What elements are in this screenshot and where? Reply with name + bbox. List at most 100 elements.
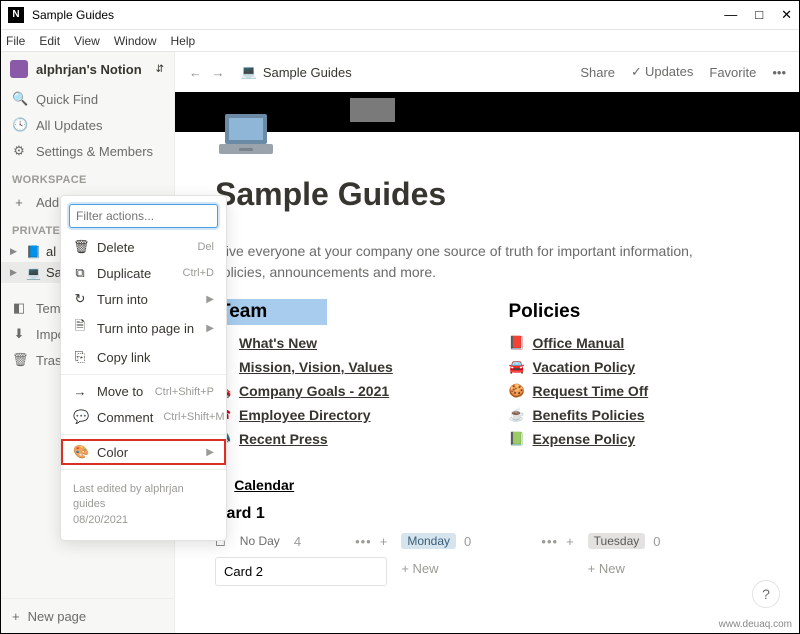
menu-item-turn-into-page[interactable]: 🗎 Turn into page in ▶	[61, 312, 226, 344]
help-button[interactable]: ?	[752, 580, 780, 608]
laptop-icon	[215, 110, 277, 160]
menu-item-color[interactable]: 🎨 Color ▶	[61, 439, 226, 465]
car-icon: 🚘	[509, 359, 525, 375]
menu-separator	[61, 434, 226, 435]
back-button[interactable]: ←	[189, 65, 202, 80]
share-button[interactable]: Share	[580, 65, 615, 80]
menu-item-turn-into[interactable]: ↻ Turn into ▶	[61, 286, 226, 312]
menu-edit[interactable]: Edit	[39, 34, 60, 48]
column-add-button[interactable]: +	[566, 534, 574, 549]
menu-view[interactable]: View	[74, 34, 100, 48]
close-button[interactable]: ✕	[781, 7, 792, 23]
link-row[interactable]: 📕Office Manual	[509, 335, 761, 351]
link-label: Vacation Policy	[533, 359, 636, 375]
menu-help[interactable]: Help	[171, 34, 196, 48]
trash-icon: 🗑	[73, 239, 87, 255]
more-button[interactable]: •••	[772, 65, 786, 80]
database-view-title[interactable]: Card 1	[215, 505, 760, 523]
triangle-right-icon[interactable]: ▶	[10, 246, 20, 257]
column-more-button[interactable]: •••	[355, 534, 372, 549]
link-row[interactable]: 🚘 Vacation Policy	[509, 359, 761, 375]
link-row[interactable]: ⚑Mission, Vision, Values	[215, 359, 467, 375]
workspace-switcher[interactable]: alphrjan's Notion ⇵	[0, 52, 174, 86]
content-area: ← → 💻 Sample Guides Share ✓Updates Favor…	[175, 52, 800, 634]
menu-item-delete[interactable]: 🗑 Delete Del	[61, 234, 226, 260]
board-column-count: 4	[294, 534, 301, 549]
page-description[interactable]: Give everyone at your company one source…	[215, 241, 745, 283]
menu-item-label: Turn into	[97, 292, 196, 307]
menu-item-label: Copy link	[97, 350, 214, 365]
menu-file[interactable]: File	[6, 34, 25, 48]
forward-button[interactable]: →	[212, 65, 225, 80]
titlebar: N Sample Guides — □ ✕	[0, 0, 800, 30]
link-row[interactable]: 🚗Company Goals - 2021	[215, 383, 467, 399]
maximize-button[interactable]: □	[755, 7, 763, 23]
board-column-label[interactable]: Tuesday	[588, 533, 646, 549]
cookie-icon: 🍪	[509, 383, 525, 399]
minimize-button[interactable]: —	[724, 7, 737, 23]
menu-separator	[61, 469, 226, 470]
column-heading-team[interactable]: Team	[215, 299, 327, 325]
sidebar-all-updates[interactable]: 🕓 All Updates	[0, 112, 174, 138]
updates-button[interactable]: ✓Updates	[631, 64, 693, 80]
link-row[interactable]: 📣Recent Press	[215, 431, 467, 447]
breadcrumb[interactable]: 💻 Sample Guides	[241, 64, 352, 80]
column-more-button[interactable]: •••	[541, 534, 558, 549]
menu-item-duplicate[interactable]: ⧉ Duplicate Ctrl+D	[61, 260, 226, 286]
page-icon: 💻	[26, 266, 40, 280]
menu-footer: Last edited by alphrjan guides 08/20/202…	[61, 474, 226, 536]
link-row[interactable]: 🍪Request Time Off	[509, 383, 761, 399]
menu-item-shortcut: Ctrl+Shift+M	[163, 411, 224, 423]
page-emoji-icon[interactable]	[215, 110, 277, 160]
menu-item-label: Move to	[97, 384, 145, 399]
app-icon: N	[8, 7, 24, 23]
menu-item-label: Delete	[97, 240, 187, 255]
menu-item-comment[interactable]: 💬 Comment Ctrl+Shift+M	[61, 404, 226, 430]
page-title[interactable]: Sample Guides	[215, 176, 760, 213]
board-new-card[interactable]: + New	[401, 557, 573, 580]
template-icon: ◧	[12, 300, 26, 316]
menu-item-copy-link[interactable]: ⎘ Copy link	[61, 344, 226, 370]
link-label: Benefits Policies	[533, 407, 645, 423]
column-heading-policies[interactable]: Policies	[509, 299, 761, 325]
favorite-button[interactable]: Favorite	[709, 65, 756, 80]
triangle-right-icon[interactable]: ▶	[10, 267, 20, 278]
filter-actions-input[interactable]	[69, 204, 218, 228]
link-label: Expense Policy	[533, 431, 636, 447]
page-icon: 🗎	[73, 317, 87, 339]
sidebar-new-page[interactable]: + New page	[0, 598, 174, 634]
menu-item-shortcut: Ctrl+Shift+P	[155, 386, 214, 398]
sidebar-item-label: Settings & Members	[36, 144, 153, 159]
link-row[interactable]: ☎Employee Directory	[215, 407, 467, 423]
plus-icon: +	[12, 609, 20, 624]
link-row[interactable]: 📗Expense Policy	[509, 431, 761, 447]
column-add-button[interactable]: +	[380, 534, 388, 549]
link-row[interactable]: ☕Benefits Policies	[509, 407, 761, 423]
menu-item-label: Comment	[97, 410, 153, 425]
link-row[interactable]: ★What's New	[215, 335, 467, 351]
topbar: ← → 💻 Sample Guides Share ✓Updates Favor…	[175, 52, 800, 92]
board-card[interactable]: Card 2	[215, 557, 387, 586]
link-label: Employee Directory	[239, 407, 371, 423]
breadcrumb-label: Sample Guides	[263, 65, 352, 80]
gear-icon: ⚙	[12, 143, 26, 159]
sidebar-settings[interactable]: ⚙ Settings & Members	[0, 138, 174, 164]
sidebar-section-workspace: WORKSPACE	[0, 164, 174, 190]
page-icon: 📘	[26, 245, 40, 259]
window-controls: — □ ✕	[724, 7, 792, 23]
board-column-label[interactable]: No Day	[234, 533, 286, 549]
menu-item-move-to[interactable]: → Move to Ctrl+Shift+P	[61, 379, 226, 404]
sidebar-quick-find[interactable]: 🔍 Quick Find	[0, 86, 174, 112]
database-title-row[interactable]: 🗎 Calendar	[215, 473, 760, 497]
book-icon: 📕	[509, 335, 525, 351]
board-column: Monday 0 ••• + + New	[401, 533, 573, 586]
clock-icon: 🕓	[12, 117, 26, 133]
last-edited-by: Last edited by alphrjan guides	[73, 482, 214, 513]
link-label: Mission, Vision, Values	[239, 359, 393, 375]
board-column-label[interactable]: Monday	[401, 533, 456, 549]
board-new-card[interactable]: + New	[588, 557, 760, 580]
link-label: Company Goals - 2021	[239, 383, 389, 399]
sidebar-item-label: New page	[28, 609, 87, 624]
menu-window[interactable]: Window	[114, 34, 157, 48]
link-icon: ⎘	[73, 349, 87, 365]
